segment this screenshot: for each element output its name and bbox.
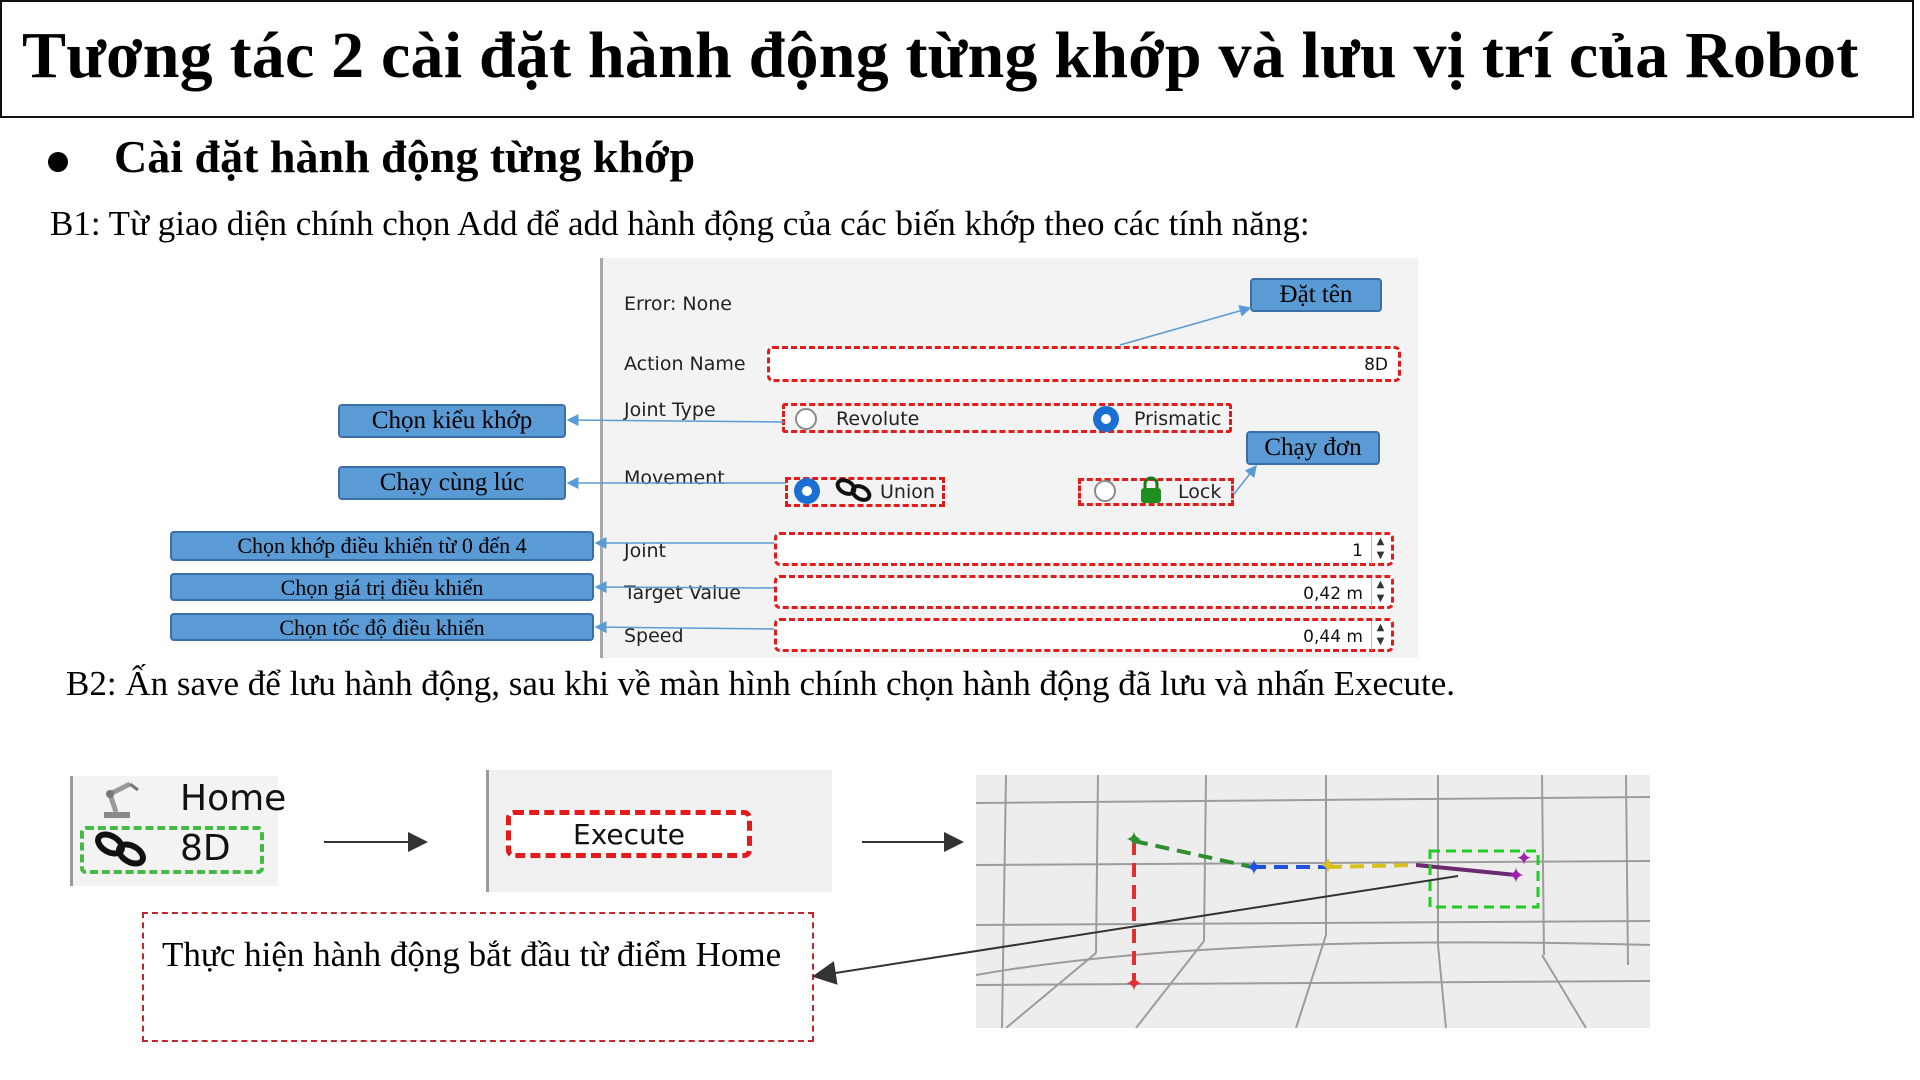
note-arrow xyxy=(812,875,1459,985)
